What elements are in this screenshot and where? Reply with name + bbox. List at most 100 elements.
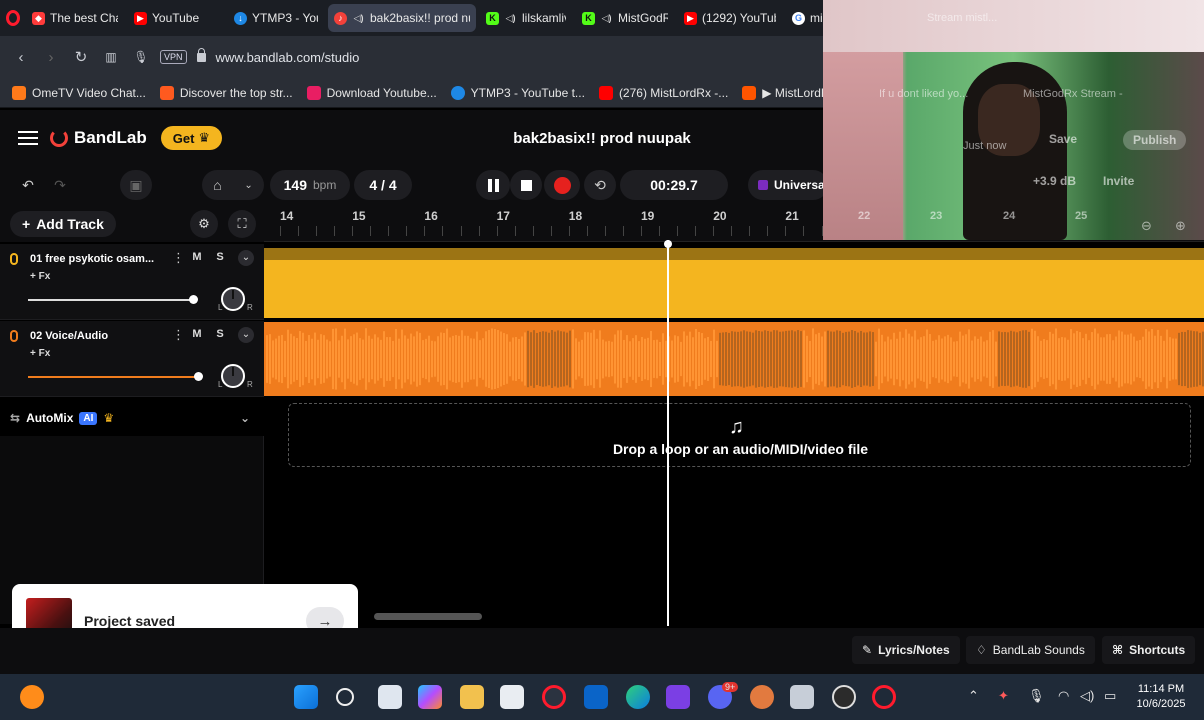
grid-icon[interactable]: ▥ — [98, 44, 124, 70]
add-fx-button[interactable]: + Fx — [30, 348, 50, 359]
stop-button[interactable] — [510, 170, 542, 200]
volume-slider[interactable] — [28, 299, 194, 301]
opera-gx-icon[interactable] — [872, 685, 896, 709]
add-fx-button[interactable]: + Fx — [30, 271, 50, 282]
audio-clip-track-1[interactable] — [264, 248, 1204, 318]
solo-button[interactable]: S — [211, 328, 229, 344]
microphone-icon[interactable]: 🎙 — [1028, 688, 1045, 704]
save-button[interactable]: Save — [1049, 132, 1077, 146]
url-field[interactable]: www.bandlab.com/studio — [216, 50, 360, 65]
tab-chat[interactable]: ◆ The best Chat — [26, 4, 124, 32]
bookmark-item[interactable]: Download Youtube... — [306, 85, 437, 100]
lyrics-notes-button[interactable]: ✎ Lyrics/Notes — [852, 636, 960, 664]
tab-youtube-1292[interactable]: ▶ (1292) YouTub — [678, 4, 782, 32]
start-icon[interactable] — [294, 685, 318, 709]
kebab-menu-icon[interactable]: ⋮ — [172, 327, 185, 343]
waveform-bar — [266, 335, 268, 383]
playhead[interactable] — [664, 240, 672, 626]
chevron-down-icon[interactable]: ⌄ — [238, 250, 254, 266]
mute-button[interactable]: M — [188, 251, 206, 267]
chevron-down-icon[interactable]: ⌄ — [240, 411, 250, 425]
publish-button[interactable]: Publish — [1123, 130, 1187, 150]
lock-icon[interactable] — [196, 47, 206, 62]
outlook-icon[interactable] — [584, 685, 608, 709]
battery-icon[interactable]: ▭ — [1104, 688, 1116, 704]
record-button[interactable] — [544, 170, 580, 200]
undo-button[interactable]: ↶ — [14, 170, 42, 200]
opera-icon[interactable] — [542, 685, 566, 709]
time-signature[interactable]: 4 / 4 — [354, 170, 412, 200]
bandlab-logo[interactable]: BandLab — [50, 128, 147, 148]
drop-zone[interactable]: ♫ Drop a loop or an audio/MIDI/video fil… — [288, 403, 1191, 467]
volume-icon[interactable]: ◁) — [1080, 688, 1094, 704]
kebab-menu-icon[interactable]: ⋮ — [172, 250, 185, 266]
camera-icon[interactable] — [790, 685, 814, 709]
instrument-selector[interactable]: Universal — [748, 170, 828, 200]
app-icon[interactable] — [750, 685, 774, 709]
tab-kick-lilskamlive[interactable]: K ◁) lilskamlive — [480, 4, 572, 32]
add-track-button[interactable]: + Add Track — [10, 211, 116, 237]
tab-bandlab-studio[interactable]: ♪ ◁) bak2basix!! prod nu — [328, 4, 476, 32]
ruler-tick — [568, 226, 570, 236]
bandlab-sounds-button[interactable]: ♢ BandLab Sounds — [966, 636, 1095, 664]
track-header[interactable]: 02 Voice/Audio + Fx ⋮ M S ⌄ L R — [0, 321, 264, 397]
bookmark-item[interactable]: (276) MistLordRx -... — [598, 85, 728, 100]
kick-icon: K — [582, 11, 595, 25]
system-clock[interactable]: 11:14 PM 10/6/2025 — [1124, 682, 1198, 712]
opera-menu-button[interactable] — [0, 0, 26, 36]
task-view-icon[interactable] — [378, 685, 402, 709]
vpn-badge[interactable]: VPN — [160, 50, 187, 64]
volume-handle[interactable] — [194, 372, 203, 381]
zoom-in-icon[interactable]: ⊕ — [1175, 218, 1186, 234]
audio-clip-track-2[interactable] — [264, 322, 1204, 396]
redo-button[interactable]: ↷ — [46, 170, 74, 200]
bookmark-item[interactable]: OmeTV Video Chat... — [12, 85, 146, 100]
bookmark-item[interactable]: YTMP3 - YouTube t... — [450, 85, 585, 100]
mute-button[interactable]: M — [188, 328, 206, 344]
tab-kick-mistgodrx[interactable]: K ◁) MistGodRx — [576, 4, 674, 32]
search-icon[interactable] — [336, 688, 354, 706]
tab-youtube[interactable]: ▶ YouTube — [128, 4, 224, 32]
solo-button[interactable]: S — [211, 251, 229, 267]
tab-ytmp3[interactable]: ↓ YTMP3 - YouTu — [228, 4, 324, 32]
metronome-button[interactable]: ⌂ ⌄ — [202, 170, 264, 200]
pan-knob[interactable] — [221, 287, 245, 311]
forward-button[interactable]: › — [38, 44, 64, 70]
bookmark-item[interactable]: Discover the top str... — [159, 85, 293, 100]
editor-toggle-button[interactable]: ▣ — [120, 170, 152, 200]
chevron-down-icon[interactable]: ⌄ — [238, 327, 254, 343]
volume-slider[interactable] — [28, 376, 198, 378]
wifi-icon[interactable]: ◠ — [1058, 688, 1069, 704]
clipchamp-icon[interactable] — [666, 685, 690, 709]
track-name[interactable]: 02 Voice/Audio — [30, 330, 160, 342]
wrench-icon[interactable]: ⚙ — [190, 210, 218, 238]
dropbox-icon[interactable]: ✦ — [998, 688, 1009, 704]
invite-button[interactable]: Invite — [1103, 174, 1134, 188]
hamburger-menu-icon[interactable] — [18, 131, 38, 145]
volume-handle[interactable] — [189, 295, 198, 304]
back-button[interactable]: ‹ — [8, 44, 34, 70]
automix-row[interactable]: ⇆ AutoMix AI ♛ ⌄ — [0, 400, 264, 436]
get-membership-button[interactable]: Get ♛ — [160, 126, 223, 150]
shortcuts-button[interactable]: ⌘ Shortcuts — [1102, 636, 1196, 664]
store-icon[interactable] — [500, 685, 524, 709]
reload-button[interactable]: ↻ — [68, 44, 94, 70]
waveform-bar — [272, 340, 274, 378]
pan-knob[interactable] — [221, 364, 245, 388]
tempo-control[interactable]: 149 bpm — [270, 170, 350, 200]
mic-icon[interactable]: 🎙 — [128, 44, 154, 70]
chevron-up-icon[interactable]: ⌃ — [968, 688, 979, 704]
zoom-out-icon[interactable]: ⊖ — [1141, 218, 1152, 234]
loop-button[interactable]: ⟲ — [584, 170, 616, 200]
snap-icon[interactable]: ⛶ — [228, 210, 256, 238]
weather-icon[interactable] — [20, 685, 44, 709]
pause-button[interactable] — [476, 170, 510, 200]
track-name[interactable]: 01 free psykotic osam... — [30, 253, 160, 265]
horizontal-scrollbar[interactable] — [374, 613, 482, 620]
edge-icon[interactable] — [626, 685, 650, 709]
file-explorer-icon[interactable] — [460, 685, 484, 709]
copilot-icon[interactable] — [418, 685, 442, 709]
waveform-bar — [1082, 338, 1084, 380]
track-header[interactable]: 01 free psykotic osam... + Fx ⋮ M S ⌄ L … — [0, 244, 264, 320]
obs-icon[interactable] — [832, 685, 856, 709]
